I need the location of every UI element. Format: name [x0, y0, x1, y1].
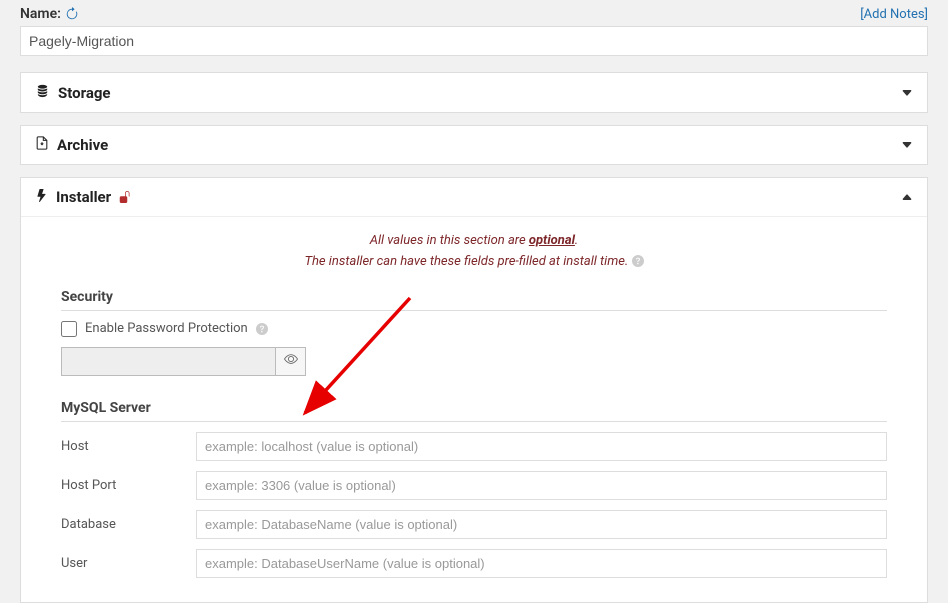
user-label: User — [61, 556, 196, 571]
name-label-text: Name: — [20, 6, 61, 22]
name-header: Name: [Add Notes] — [20, 0, 928, 26]
host-input[interactable] — [196, 432, 887, 461]
chevron-up-icon — [901, 191, 913, 203]
password-protection-row: Enable Password Protection — [61, 321, 887, 337]
database-input[interactable] — [196, 510, 887, 539]
storage-title-text: Storage — [58, 84, 111, 102]
password-input-row — [61, 347, 887, 376]
archive-title-text: Archive — [57, 136, 108, 154]
name-label: Name: — [20, 6, 79, 22]
user-input[interactable] — [196, 549, 887, 578]
archive-panel: Archive — [20, 125, 928, 165]
installer-panel-body: All values in this section are optional.… — [21, 216, 927, 602]
storage-panel: Storage — [20, 72, 928, 113]
enable-password-label: Enable Password Protection — [85, 321, 248, 336]
mysql-heading: MySQL Server — [61, 400, 887, 422]
installer-panel: Installer All values in this section are… — [20, 177, 928, 603]
eye-icon — [284, 352, 298, 370]
help-icon[interactable] — [256, 323, 268, 335]
storage-panel-header[interactable]: Storage — [21, 73, 927, 112]
host-port-input[interactable] — [196, 471, 887, 500]
host-port-label: Host Port — [61, 478, 196, 493]
database-row: Database — [61, 510, 887, 539]
installer-panel-header[interactable]: Installer — [21, 178, 927, 216]
installer-panel-title: Installer — [35, 188, 131, 206]
reset-icon[interactable] — [65, 7, 79, 21]
installer-title-text: Installer — [56, 188, 111, 206]
archive-panel-title: Archive — [35, 136, 108, 154]
security-heading: Security — [61, 289, 887, 311]
archive-panel-header[interactable]: Archive — [21, 126, 927, 164]
storage-panel-title: Storage — [35, 83, 111, 102]
add-notes-link[interactable]: [Add Notes] — [860, 7, 928, 22]
unlock-icon — [119, 191, 131, 203]
chevron-down-icon — [901, 139, 913, 151]
bolt-icon — [35, 188, 48, 206]
enable-password-checkbox[interactable] — [61, 321, 77, 337]
archive-icon — [35, 136, 49, 154]
password-visibility-toggle[interactable] — [276, 347, 306, 376]
host-row: Host — [61, 432, 887, 461]
user-row: User — [61, 549, 887, 578]
help-icon[interactable] — [632, 255, 644, 267]
installer-notice: All values in this section are optional.… — [21, 231, 927, 273]
name-input[interactable] — [20, 26, 928, 56]
host-port-row: Host Port — [61, 471, 887, 500]
database-icon — [35, 83, 50, 102]
chevron-down-icon — [901, 87, 913, 99]
host-label: Host — [61, 439, 196, 454]
password-input[interactable] — [61, 347, 276, 376]
database-label: Database — [61, 517, 196, 532]
